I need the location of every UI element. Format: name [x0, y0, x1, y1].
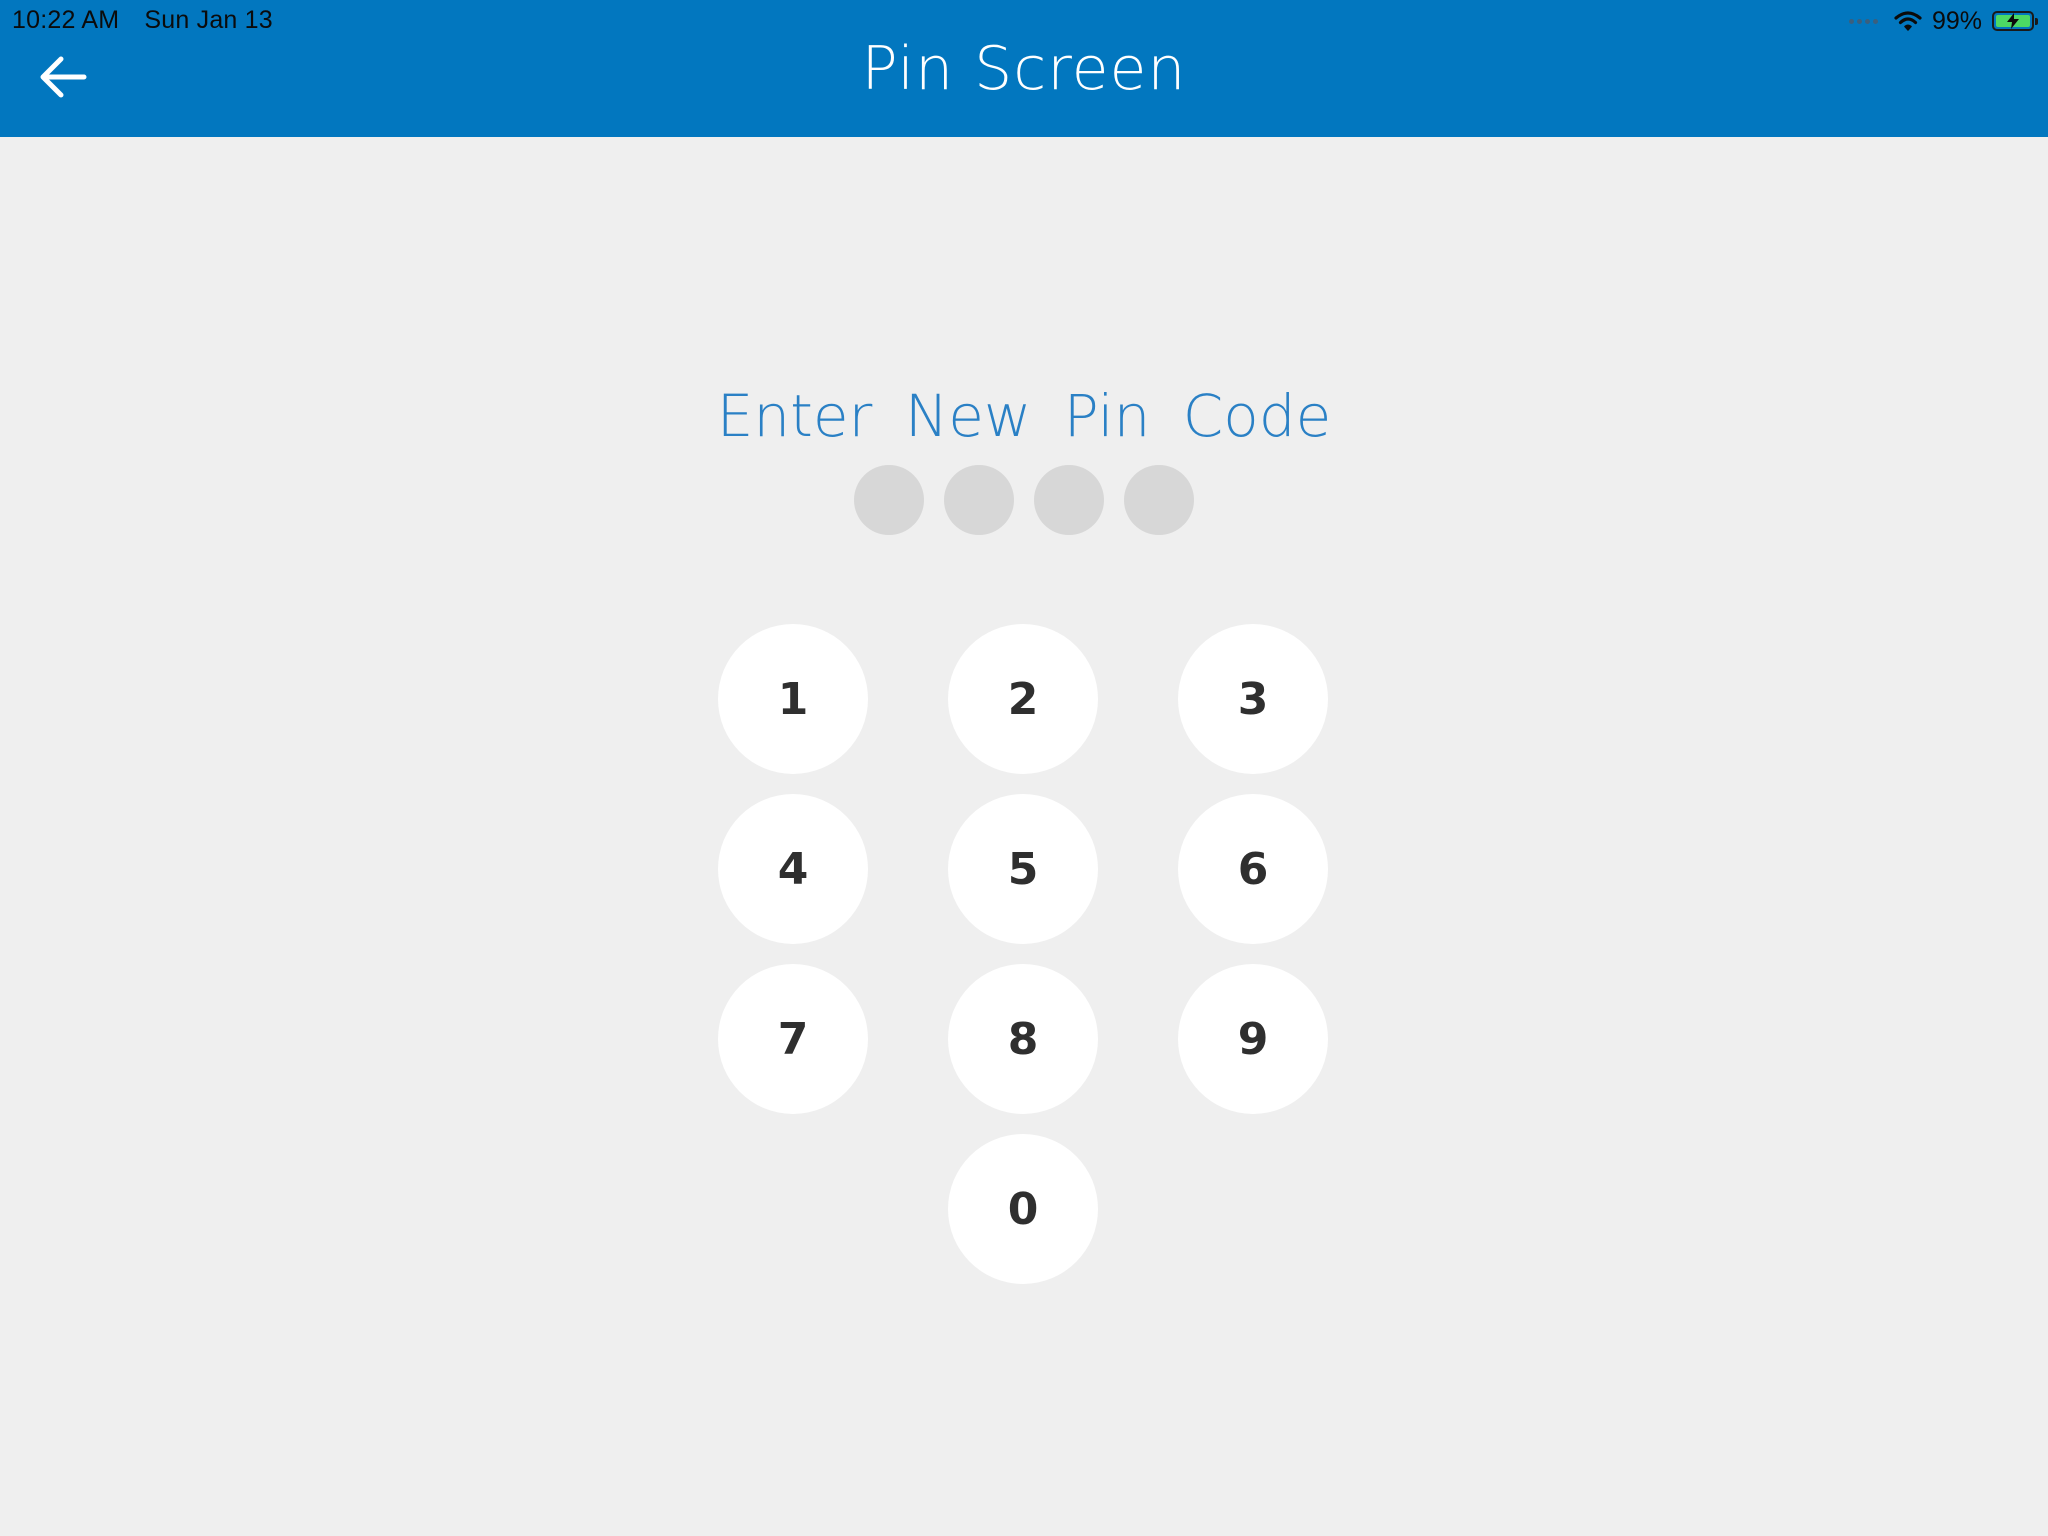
key-0-button[interactable]: 0 [948, 1134, 1098, 1284]
status-bar-right: 99% [1848, 6, 2038, 36]
pin-dot [944, 465, 1014, 535]
pin-prompt: Enter New Pin Code [716, 382, 1332, 450]
header-bar: 10:22 AM Sun Jan 13 99% Pin Screen [0, 0, 2048, 137]
wifi-icon [1894, 11, 1922, 31]
key-7-button[interactable]: 7 [718, 964, 868, 1114]
key-9-button[interactable]: 9 [1178, 964, 1328, 1114]
key-5-button[interactable]: 5 [948, 794, 1098, 944]
pin-dot [1034, 465, 1104, 535]
key-4-button[interactable]: 4 [718, 794, 868, 944]
battery-charging-icon [1992, 11, 2038, 31]
pin-dot [854, 465, 924, 535]
key-2-button[interactable]: 2 [948, 624, 1098, 774]
key-6-button[interactable]: 6 [1178, 794, 1328, 944]
cellular-signal-icon [1848, 18, 1878, 24]
key-3-button[interactable]: 3 [1178, 624, 1328, 774]
pin-dot [1124, 465, 1194, 535]
status-date: Sun Jan 13 [144, 6, 273, 34]
status-bar-left: 10:22 AM Sun Jan 13 [12, 6, 291, 35]
pin-indicator [854, 465, 1194, 535]
key-8-button[interactable]: 8 [948, 964, 1098, 1114]
status-time: 10:22 AM [12, 6, 120, 34]
battery-percent: 99% [1931, 6, 1982, 35]
key-1-button[interactable]: 1 [718, 624, 868, 774]
page-title: Pin Screen [861, 34, 1187, 104]
